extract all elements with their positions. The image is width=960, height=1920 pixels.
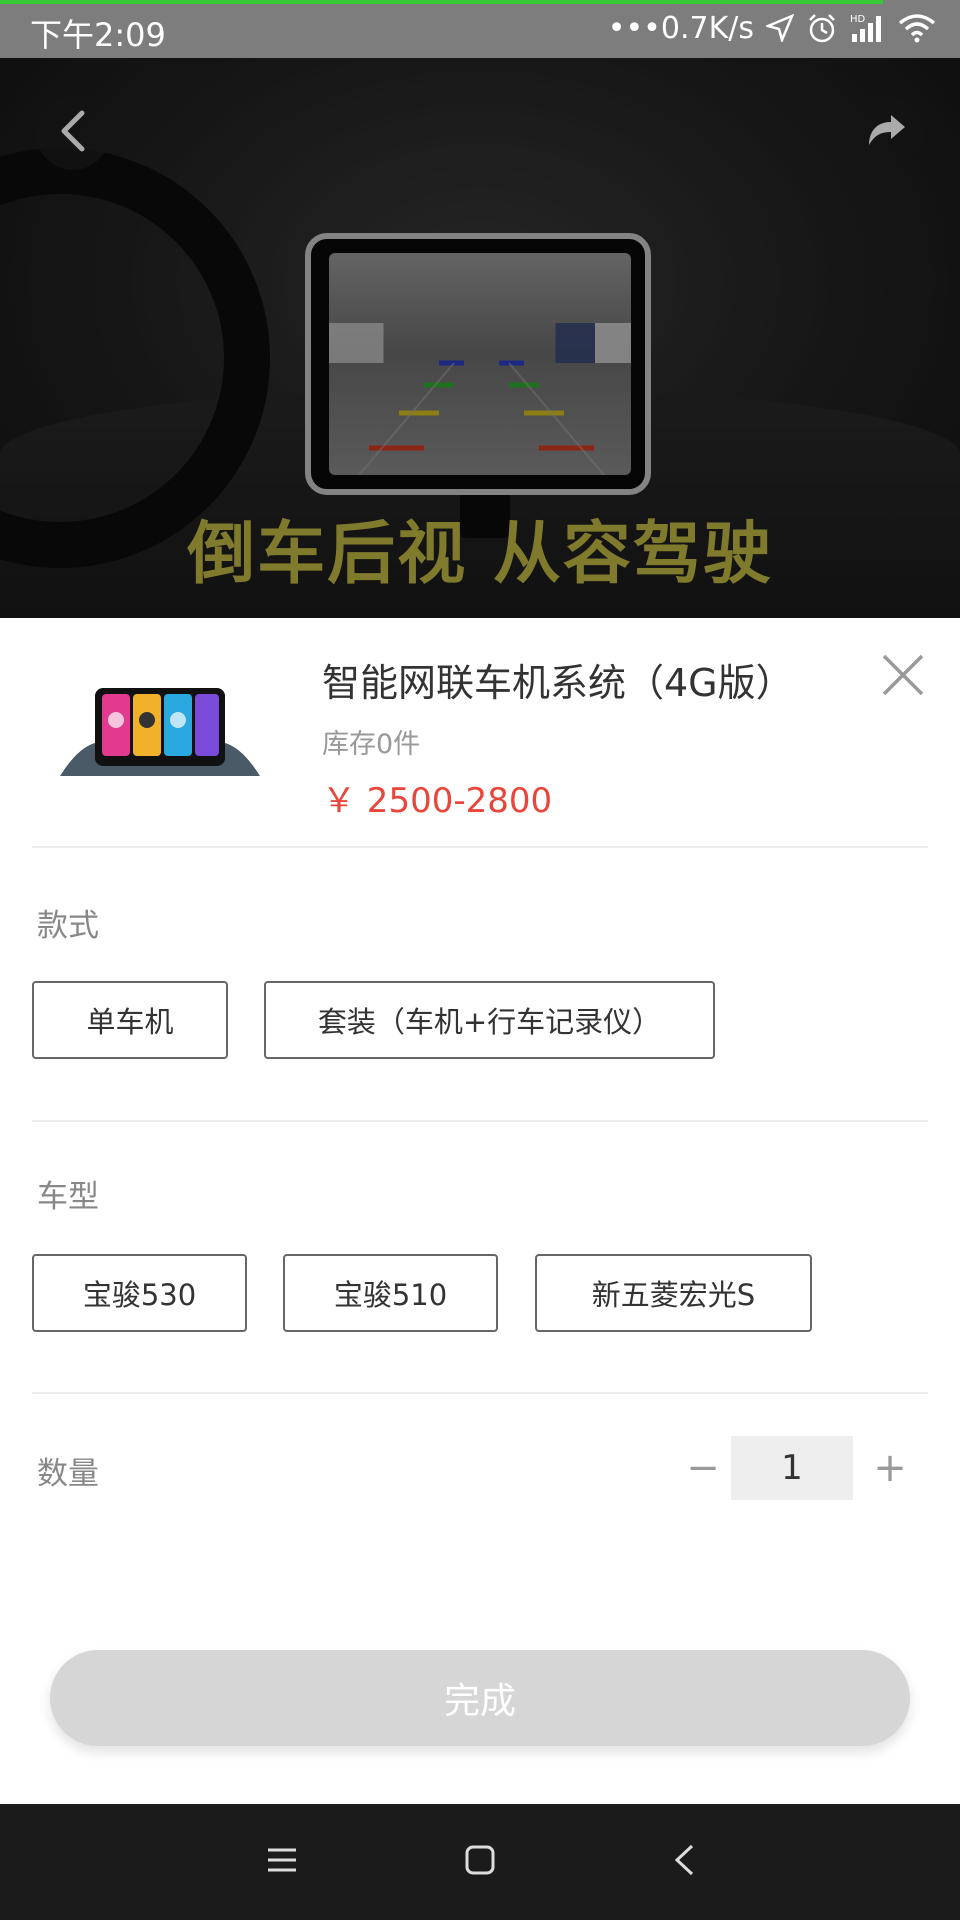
- quantity-label: 数量: [37, 1456, 99, 1492]
- close-button[interactable]: [878, 650, 928, 700]
- model-section-label: 车型: [37, 1179, 99, 1215]
- divider: [32, 846, 928, 848]
- model-option-baojun-530[interactable]: 宝骏530: [32, 1254, 247, 1332]
- banner-caption: 倒车后视 从容驾驶: [187, 515, 773, 594]
- stock-count: 库存0件: [322, 729, 421, 760]
- svg-text:HD: HD: [850, 14, 866, 25]
- location-icon: [766, 10, 794, 46]
- product-thumbnail: [60, 684, 260, 780]
- back-button[interactable]: [36, 96, 110, 170]
- menu-icon: [266, 1846, 298, 1878]
- done-button[interactable]: 完成: [50, 1650, 910, 1746]
- quantity-decrement-button[interactable]: −: [673, 1438, 733, 1498]
- style-option-single-unit[interactable]: 单车机: [32, 981, 228, 1059]
- network-speed: •••0.7K/s: [607, 10, 754, 46]
- system-back-button[interactable]: [664, 1842, 704, 1882]
- alarm-icon: [806, 10, 838, 46]
- price-range: ￥ 2500-2800: [322, 781, 553, 821]
- model-option-baojun-510[interactable]: 宝骏510: [283, 1254, 498, 1332]
- wifi-icon: [898, 10, 936, 46]
- home-square-icon: [464, 1844, 496, 1880]
- style-option-bundle[interactable]: 套装（车机+行车记录仪）: [264, 981, 715, 1059]
- chevron-left-icon: [56, 109, 90, 157]
- share-arrow-icon: [867, 113, 907, 153]
- product-banner-image[interactable]: 倒车后视 从容驾驶: [0, 58, 960, 618]
- divider: [32, 1120, 928, 1122]
- sku-selector-sheet: 智能网联车机系统（4G版） 库存0件 ￥ 2500-2800 款式 单车机 套装…: [0, 618, 960, 1804]
- status-time: 下午2:09: [30, 16, 166, 54]
- share-button[interactable]: [850, 96, 924, 170]
- divider: [32, 1392, 928, 1394]
- back-triangle-icon: [672, 1843, 696, 1881]
- system-navigation-bar: [0, 1804, 960, 1920]
- home-button[interactable]: [460, 1842, 500, 1882]
- style-section-label: 款式: [37, 908, 99, 944]
- signal-icon: HD: [850, 10, 886, 46]
- product-title: 智能网联车机系统（4G版）: [322, 661, 794, 705]
- quantity-increment-button[interactable]: +: [860, 1438, 920, 1498]
- page-load-progress: [0, 0, 884, 4]
- close-icon: [878, 654, 928, 704]
- status-icons: •••0.7K/s HD: [608, 10, 936, 46]
- menu-button[interactable]: [262, 1842, 302, 1882]
- status-bar: 下午2:09 •••0.7K/s HD: [0, 0, 960, 58]
- model-option-wuling-hongguang-s[interactable]: 新五菱宏光S: [535, 1254, 812, 1332]
- quantity-input[interactable]: 1: [731, 1436, 853, 1500]
